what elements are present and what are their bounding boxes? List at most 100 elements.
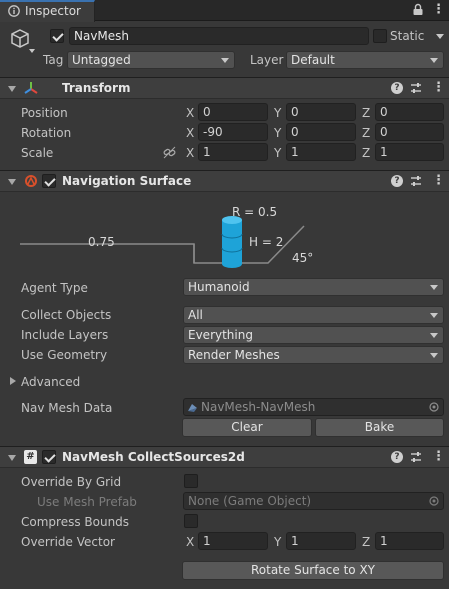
override-by-grid-checkbox[interactable] [184, 474, 198, 488]
chevron-down-icon [221, 58, 229, 63]
override-vector-z-input[interactable]: 1 [375, 532, 444, 550]
advanced-foldout[interactable]: Advanced [21, 374, 80, 390]
transform-header[interactable]: Transform ? ⋮ [0, 77, 449, 99]
navmesh-asset-icon [188, 404, 197, 412]
use-mesh-prefab-label: Use Mesh Prefab [37, 495, 137, 509]
rotation-z-input[interactable]: 0 [375, 123, 444, 141]
scale-z-input[interactable]: 1 [375, 143, 444, 161]
preset-sliders-icon[interactable] [410, 82, 422, 94]
tab-inspector[interactable]: Inspector [0, 0, 95, 22]
agent-type-label: Agent Type [21, 281, 88, 295]
help-icon[interactable]: ? [391, 82, 403, 94]
chevron-down-icon [430, 353, 438, 358]
collect-objects-label: Collect Objects [21, 308, 112, 322]
advanced-foldout-arrow-icon[interactable] [10, 377, 16, 385]
compress-bounds-checkbox[interactable] [184, 514, 198, 528]
axis-x-label[interactable]: X [186, 145, 194, 161]
use-geometry-dropdown[interactable]: Render Meshes [183, 346, 444, 364]
active-checkbox[interactable] [50, 29, 64, 43]
rotation-x-input[interactable]: -90 [198, 123, 268, 141]
more-options-icon[interactable]: ⋮ [432, 81, 445, 94]
foldout-arrow-icon[interactable] [8, 179, 16, 185]
object-picker-icon[interactable] [429, 402, 439, 412]
agent-type-value: Humanoid [188, 280, 250, 294]
use-mesh-prefab-value: None (Game Object) [188, 494, 312, 508]
position-x-input[interactable]: 0 [198, 103, 268, 121]
tag-label: Tag [43, 53, 64, 67]
more-options-icon[interactable]: ⋮ [432, 450, 445, 463]
axis-y-label[interactable]: Y [274, 534, 281, 550]
agent-settings-diagram [20, 216, 305, 268]
rotation-y-input[interactable]: 0 [286, 123, 356, 141]
override-vector-y-input[interactable]: 1 [286, 532, 356, 550]
transform-axes-icon [24, 82, 38, 94]
help-icon[interactable]: ? [391, 451, 403, 463]
scale-y-input[interactable]: 1 [286, 143, 356, 161]
axis-z-label[interactable]: Z [362, 125, 370, 141]
use-geometry-value: Render Meshes [188, 348, 280, 362]
collect-sources-header[interactable]: # NavMesh CollectSources2d ? ⋮ [0, 446, 449, 468]
navigation-surface-title: Navigation Surface [62, 174, 192, 188]
bake-button[interactable]: Bake [315, 418, 444, 437]
help-icon[interactable]: ? [391, 175, 403, 187]
rotation-label: Rotation [21, 126, 72, 140]
scale-label: Scale [21, 146, 54, 160]
tab-label: Inspector [25, 4, 81, 18]
include-layers-dropdown[interactable]: Everything [183, 326, 444, 344]
override-vector-x-input[interactable]: 1 [198, 532, 268, 550]
axis-x-label[interactable]: X [186, 534, 194, 550]
axis-z-label[interactable]: Z [362, 145, 370, 161]
preset-sliders-icon[interactable] [410, 175, 422, 187]
compress-bounds-label: Compress Bounds [21, 515, 130, 529]
axis-x-label[interactable]: X [186, 125, 194, 141]
tag-value: Untagged [72, 53, 131, 67]
max-slope-label: 45° [292, 251, 314, 265]
position-z-input[interactable]: 0 [375, 103, 444, 121]
constrain-proportions-link-icon[interactable] [163, 146, 176, 159]
gameobject-cube-icon [11, 29, 29, 48]
chevron-down-icon [430, 313, 438, 318]
foldout-arrow-icon[interactable] [8, 86, 16, 92]
agent-type-dropdown[interactable]: Humanoid [183, 278, 444, 296]
foldout-arrow-icon[interactable] [8, 455, 16, 461]
axis-z-label[interactable]: Z [362, 105, 370, 121]
static-checkbox[interactable] [373, 29, 387, 43]
navigation-surface-header[interactable]: Navigation Surface ? ⋮ [0, 170, 449, 192]
axis-z-label[interactable]: Z [362, 534, 370, 550]
clear-button[interactable]: Clear [182, 418, 312, 437]
nav-surface-component-icon [25, 175, 37, 187]
use-geometry-label: Use Geometry [21, 348, 108, 362]
step-height-label: 0.75 [88, 235, 115, 249]
icon-dropdown-arrow[interactable] [29, 49, 35, 53]
scale-x-input[interactable]: 1 [198, 143, 268, 161]
preset-sliders-icon[interactable] [410, 451, 422, 463]
axis-y-label[interactable]: Y [274, 145, 281, 161]
layer-value: Default [291, 53, 335, 67]
override-by-grid-label: Override By Grid [21, 475, 122, 489]
component-enabled-checkbox[interactable] [42, 450, 56, 464]
rotate-surface-to-xy-button[interactable]: Rotate Surface to XY [182, 561, 444, 580]
axis-x-label[interactable]: X [186, 105, 194, 121]
lock-icon[interactable] [412, 3, 424, 16]
agent-height-label: H = 2 [249, 235, 284, 249]
agent-cylinder [222, 220, 242, 264]
chevron-down-icon [430, 333, 438, 338]
more-options-icon[interactable]: ⋮ [432, 174, 445, 187]
more-options-icon[interactable]: ⋮ [432, 3, 445, 16]
object-name-input[interactable]: NavMesh [69, 27, 369, 45]
nav-mesh-data-label: Nav Mesh Data [21, 401, 113, 415]
component-enabled-checkbox[interactable] [42, 174, 56, 188]
axis-y-label[interactable]: Y [274, 125, 281, 141]
collect-objects-dropdown[interactable]: All [183, 306, 444, 324]
info-icon [8, 5, 20, 17]
static-dropdown-icon[interactable] [436, 34, 444, 39]
nav-mesh-data-object-field[interactable]: NavMesh-NavMesh [183, 398, 444, 416]
tag-dropdown[interactable]: Untagged [67, 51, 235, 69]
position-y-input[interactable]: 0 [286, 103, 356, 121]
layer-label: Layer [250, 53, 284, 67]
position-label: Position [21, 106, 68, 120]
object-picker-icon[interactable] [429, 496, 439, 506]
use-mesh-prefab-object-field[interactable]: None (Game Object) [183, 492, 444, 510]
axis-y-label[interactable]: Y [274, 105, 281, 121]
layer-dropdown[interactable]: Default [286, 51, 444, 69]
